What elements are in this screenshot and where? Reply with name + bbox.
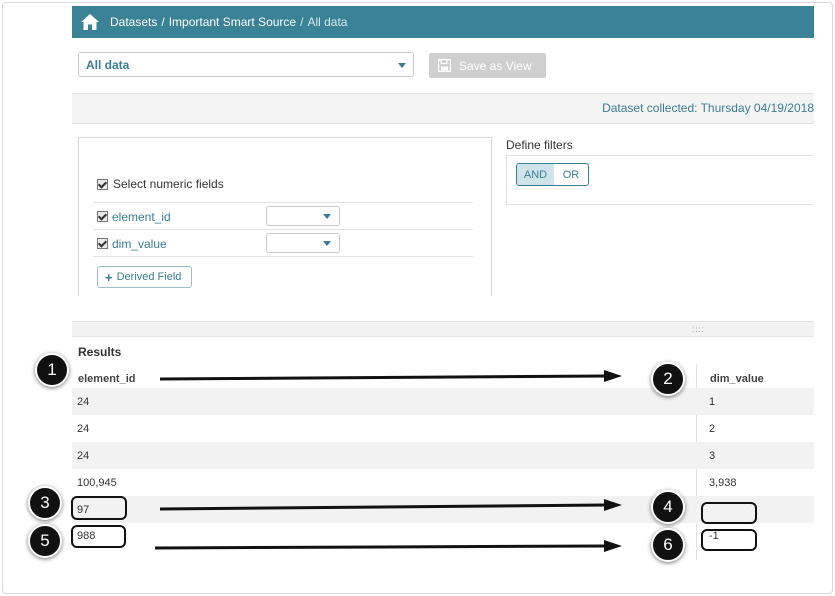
highlight-box-cell-988 — [71, 525, 126, 548]
column-header-element-id[interactable]: element_id — [78, 373, 135, 385]
field-checkbox-element-id[interactable] — [97, 211, 108, 222]
breadcrumb-datasets[interactable]: Datasets — [110, 15, 157, 29]
highlight-box-cell-minus-1 — [701, 529, 757, 551]
save-as-view-label: Save as View — [459, 58, 532, 73]
table-cell: 24 — [77, 450, 90, 462]
derived-field-label: Derived Field — [116, 271, 182, 283]
field-row-element-id: element_id — [93, 202, 473, 229]
select-numeric-checkbox[interactable] — [97, 179, 108, 190]
results-title: Results — [78, 345, 122, 359]
callout-2: 2 — [651, 362, 685, 396]
callout-4: 4 — [651, 490, 685, 524]
table-cell: 100,945 — [77, 477, 117, 489]
derived-field-button[interactable]: + Derived Field — [97, 266, 192, 288]
breadcrumb-bar: Datasets / Important Smart Source / All … — [72, 6, 814, 38]
table-cell: 24 — [77, 396, 90, 408]
chevron-down-icon — [323, 241, 331, 246]
table-cell: 2 — [709, 423, 716, 435]
table-row: 100,945 3,938 — [72, 469, 814, 496]
highlight-box-cell-97 — [71, 496, 127, 520]
filters-panel: AND OR — [506, 155, 814, 205]
breadcrumb-current: All data — [307, 15, 348, 29]
breadcrumb-separator: / — [161, 15, 165, 29]
field-row-dim-value: dim_value — [93, 229, 473, 257]
table-cell: 3,938 — [709, 477, 737, 489]
chevron-down-icon — [323, 214, 331, 219]
and-or-toggle: AND OR — [516, 163, 589, 186]
highlight-box-empty-cell — [701, 502, 757, 524]
callout-5: 5 — [28, 524, 62, 558]
column-header-dim-value[interactable]: dim_value — [710, 373, 764, 385]
callout-6: 6 — [651, 528, 685, 562]
table-cell: 3 — [709, 450, 716, 462]
chevron-down-icon — [398, 63, 406, 68]
callout-3: 3 — [28, 486, 62, 520]
save-as-view-button[interactable]: Save as View — [429, 53, 546, 78]
field-name-element-id: element_id — [112, 210, 171, 224]
dataset-collected-bar: Dataset collected: Thursday 04/19/2018 — [72, 93, 814, 124]
table-cell: 24 — [77, 423, 90, 435]
aggregation-select-dim-value[interactable] — [266, 233, 340, 253]
define-filters-title: Define filters — [506, 138, 573, 152]
select-numeric-label: Select numeric fields — [113, 177, 224, 191]
view-select-value: All data — [86, 57, 130, 72]
floppy-disk-icon — [438, 59, 451, 72]
panel-splitter[interactable]: :::: — [72, 321, 814, 337]
table-cell: 1 — [709, 396, 716, 408]
drag-grip-icon[interactable]: :::: — [692, 325, 705, 334]
numeric-fields-panel: Select numeric fields element_id dim_val… — [78, 137, 492, 296]
view-select[interactable]: All data — [78, 52, 414, 77]
table-row: 24 3 — [72, 442, 814, 469]
or-toggle-button[interactable]: OR — [554, 164, 588, 185]
dataset-collected-text: Dataset collected: Thursday 04/19/2018 — [602, 101, 814, 115]
plus-icon: + — [105, 269, 113, 285]
aggregation-select-element-id[interactable] — [266, 206, 340, 226]
table-row: 24 1 — [72, 388, 814, 415]
field-checkbox-dim-value[interactable] — [97, 238, 108, 249]
breadcrumb-separator: / — [300, 15, 304, 29]
home-icon[interactable] — [80, 12, 100, 32]
and-toggle-button[interactable]: AND — [517, 164, 554, 185]
table-row: 24 2 — [72, 415, 814, 442]
breadcrumb-source[interactable]: Important Smart Source — [169, 15, 296, 29]
callout-1: 1 — [35, 353, 69, 387]
field-name-dim-value: dim_value — [112, 237, 167, 251]
